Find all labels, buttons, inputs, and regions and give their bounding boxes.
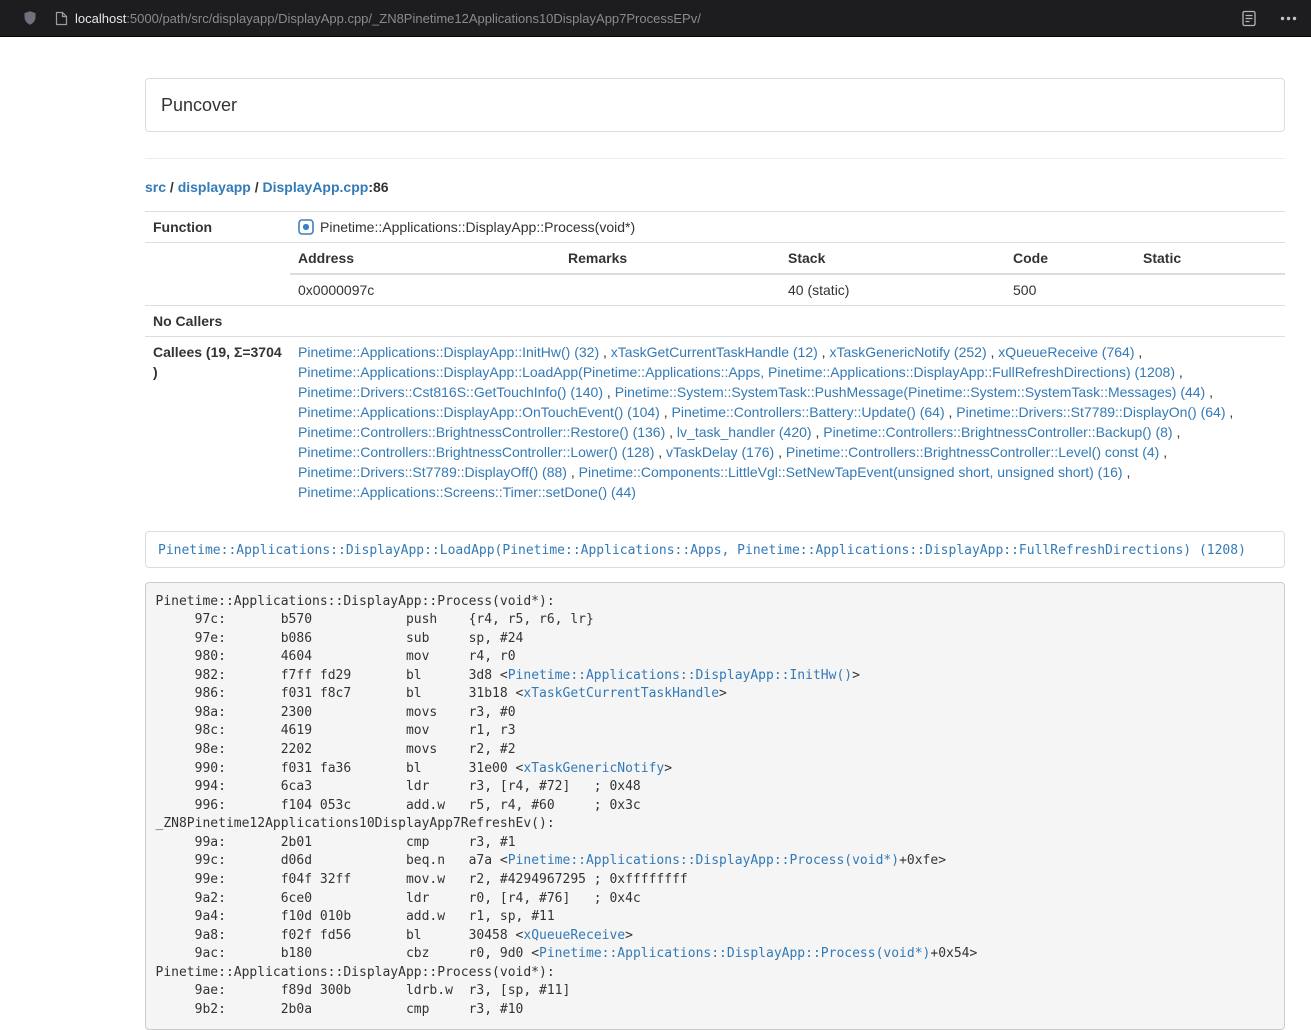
no-callers-label: No Callers [145, 306, 290, 337]
breadcrumb-link[interactable]: displayapp [178, 179, 251, 195]
function-cell: Pinetime::Applications::DisplayApp::Proc… [298, 217, 1277, 237]
callee-link[interactable]: Pinetime::Controllers::BrightnessControl… [786, 444, 1159, 460]
code-symbol-link[interactable]: Pinetime::Applications::DisplayApp::Init… [508, 668, 852, 683]
code-symbol-link[interactable]: Pinetime::Applications::DisplayApp::Proc… [508, 853, 899, 868]
callee-link[interactable]: Pinetime::Controllers::BrightnessControl… [298, 444, 654, 460]
page-icon [55, 11, 68, 26]
symbol-table: Function Pinetime::Applications::Display… [145, 211, 1285, 507]
stats-header: Stack [780, 243, 1005, 274]
callee-link[interactable]: Pinetime::Components::LittleVgl::SetNewT… [579, 464, 1123, 480]
stats-header: Static [1135, 243, 1285, 274]
stats-value-row: 0x0000097c 40 (static)500 [290, 274, 1285, 305]
stats-value: 40 (static) [780, 274, 1005, 305]
callee-link[interactable]: xTaskGenericNotify (252) [829, 344, 986, 360]
address-bar[interactable]: localhost:5000/path/src/displayapp/Displ… [55, 11, 1222, 26]
stats-header: Address [290, 243, 560, 274]
function-row: Function Pinetime::Applications::Display… [145, 212, 1285, 243]
url-text: localhost:5000/path/src/displayapp/Displ… [75, 11, 701, 26]
browser-chrome: localhost:5000/path/src/displayapp/Displ… [0, 0, 1311, 37]
callee-link[interactable]: Pinetime::Applications::DisplayApp::OnTo… [298, 404, 660, 420]
callee-link[interactable]: Pinetime::Drivers::Cst816S::GetTouchInfo… [298, 384, 603, 400]
code-symbol-link[interactable]: xQueueReceive [523, 928, 625, 943]
code-symbol-link[interactable]: xTaskGetCurrentTaskHandle [523, 686, 719, 701]
breadcrumb-link[interactable]: src [145, 179, 166, 195]
page-header-panel: Puncover [145, 78, 1285, 132]
callees-row: Callees (19, Σ=3704 ) Pinetime::Applicat… [145, 337, 1285, 508]
callee-link[interactable]: lv_task_handler (420) [677, 424, 812, 440]
callee-link[interactable]: Pinetime::Applications::Screens::Timer::… [298, 484, 636, 500]
callees-label: Callees (19, Σ=3704 ) [145, 337, 290, 508]
callee-link[interactable]: Pinetime::Controllers::BrightnessControl… [823, 424, 1172, 440]
breadcrumb-line-number: :86 [368, 179, 388, 195]
function-name: Pinetime::Applications::DisplayApp::Proc… [320, 217, 635, 237]
stats-header: Code [1005, 243, 1135, 274]
stats-value: 500 [1005, 274, 1135, 305]
callee-link[interactable]: Pinetime::Applications::DisplayApp::Init… [298, 344, 599, 360]
callee-link[interactable]: Pinetime::Drivers::St7789::DisplayOn() (… [956, 404, 1225, 420]
code-symbol-link[interactable]: Pinetime::Applications::DisplayApp::Proc… [539, 946, 930, 961]
callee-link[interactable]: vTaskDelay (176) [666, 444, 774, 460]
divider [145, 158, 1285, 159]
code-symbol-link[interactable]: xTaskGenericNotify [523, 761, 664, 776]
stats-value: 0x0000097c [290, 274, 560, 305]
callees-list: Pinetime::Applications::DisplayApp::Init… [298, 342, 1277, 502]
callee-link[interactable]: xTaskGetCurrentTaskHandle (12) [611, 344, 818, 360]
selected-callee-box: Pinetime::Applications::DisplayApp::Load… [145, 531, 1285, 568]
empty-row-label [145, 243, 290, 306]
callee-link[interactable]: Pinetime::Controllers::BrightnessControl… [298, 424, 665, 440]
page-title: Puncover [161, 95, 237, 115]
callee-link[interactable]: xQueueReceive (764) [998, 344, 1134, 360]
breadcrumb: src / displayapp / DisplayApp.cpp:86 [145, 177, 1285, 197]
menu-dots-icon[interactable] [1280, 16, 1297, 21]
selected-callee-link[interactable]: Pinetime::Applications::DisplayApp::Load… [158, 543, 1246, 558]
stats-header-row: AddressRemarksStackCodeStatic [290, 243, 1285, 274]
stats-table: AddressRemarksStackCodeStatic 0x0000097c… [290, 243, 1285, 305]
browser-actions [1242, 10, 1297, 27]
disassembly-code: Pinetime::Applications::DisplayApp::Proc… [145, 582, 1285, 1030]
callee-link[interactable]: Pinetime::Drivers::St7789::DisplayOff() … [298, 464, 567, 480]
main-content: Puncover src / displayapp / DisplayApp.c… [145, 78, 1285, 1030]
reader-view-icon[interactable] [1242, 10, 1256, 27]
no-callers-row: No Callers [145, 306, 1285, 337]
callee-link[interactable]: Pinetime::Applications::DisplayApp::Load… [298, 364, 1175, 380]
stats-header: Remarks [560, 243, 780, 274]
url-host: localhost [75, 11, 126, 26]
callee-link[interactable]: Pinetime::System::SystemTask::PushMessag… [615, 384, 1206, 400]
security-shield-icon[interactable] [22, 10, 38, 26]
stats-value [1135, 274, 1285, 305]
stats-value [560, 274, 780, 305]
callee-link[interactable]: Pinetime::Controllers::Battery::Update()… [672, 404, 945, 420]
function-type-icon [298, 219, 314, 235]
url-path: :5000/path/src/displayapp/DisplayApp.cpp… [126, 11, 701, 26]
stats-row: AddressRemarksStackCodeStatic 0x0000097c… [145, 243, 1285, 306]
function-row-label: Function [145, 212, 290, 243]
breadcrumb-link[interactable]: DisplayApp.cpp [263, 179, 369, 195]
